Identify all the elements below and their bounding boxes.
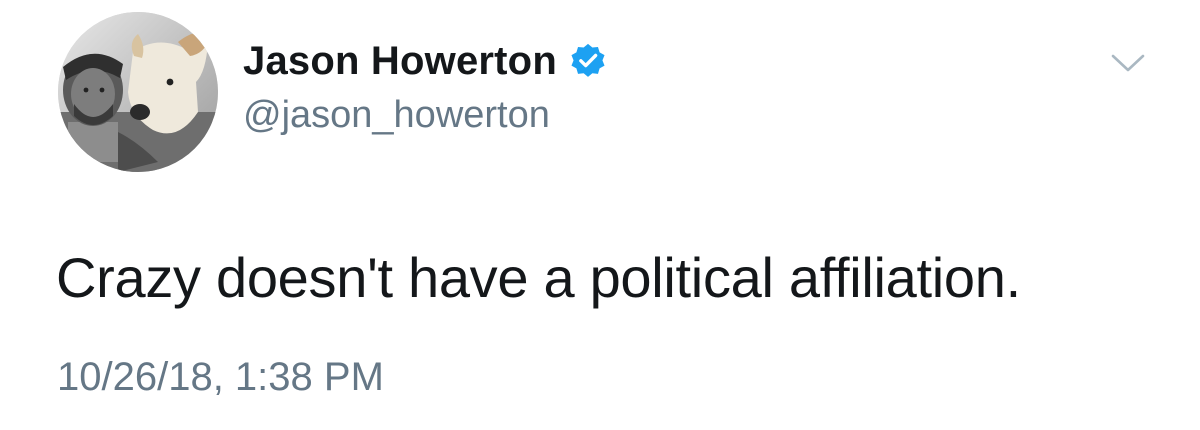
chevron-down-icon — [1111, 54, 1145, 72]
author-avatar[interactable] — [58, 12, 218, 172]
tweet-timestamp[interactable]: 10/26/18, 1:38 PM — [57, 355, 384, 400]
author-display-name[interactable]: Jason Howerton — [243, 39, 557, 84]
tweet-card: Jason Howerton @jason_howerton Crazy doe… — [0, 0, 1200, 430]
author-name-row[interactable]: Jason Howerton — [243, 36, 607, 86]
author-handle[interactable]: @jason_howerton — [243, 94, 550, 137]
avatar-photo-icon — [58, 12, 218, 172]
tweet-menu-button[interactable] — [1110, 50, 1146, 78]
verified-badge-icon — [569, 42, 607, 80]
tweet-text: Crazy doesn't have a political affiliati… — [56, 246, 1021, 309]
